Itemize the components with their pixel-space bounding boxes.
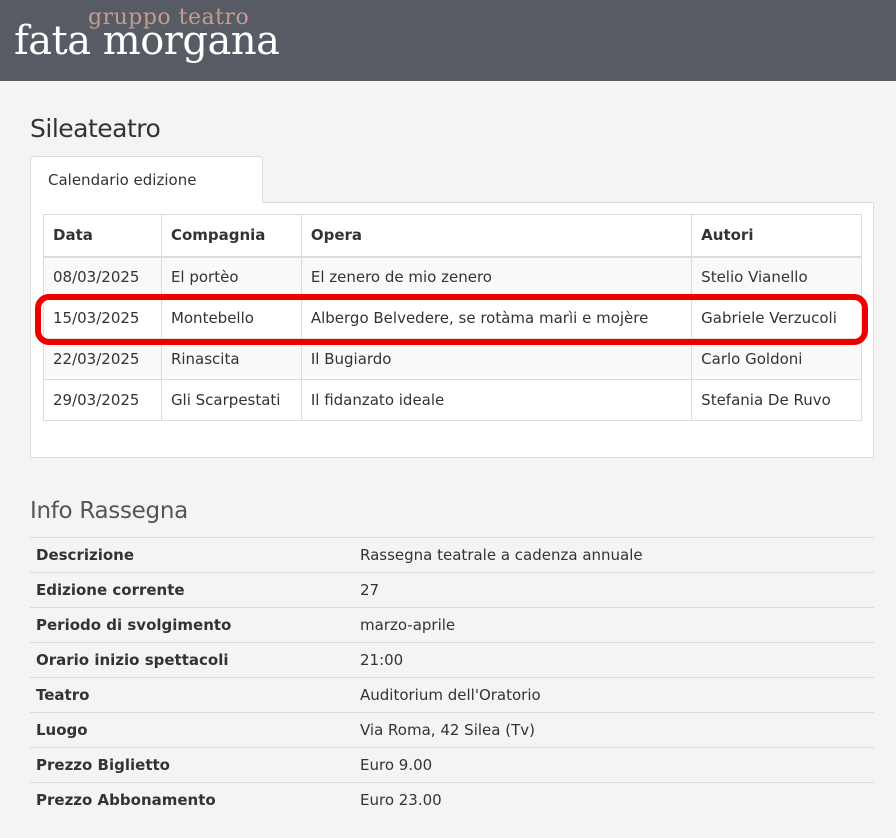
cell-data: 22/03/2025 [43,338,162,380]
cell-autori: Carlo Goldoni [691,338,862,380]
info-value: marzo-aprile [354,607,874,643]
page-title: Sileateatro [30,114,161,143]
info-label: Edizione corrente [30,572,354,608]
logo-title[interactable]: fata morgana [14,18,280,64]
info-label: Teatro [30,677,354,713]
info-row: Periodo di svolgimento marzo-aprile [30,607,874,643]
cell-opera: Albergo Belvedere, se rotàma marìi e moj… [300,297,693,339]
column-header-opera: Opera [300,214,693,258]
info-value: Euro 9.00 [354,747,874,783]
table-header-row: Data Compagnia Opera Autori [43,214,862,258]
column-header-compagnia: Compagnia [160,214,302,258]
info-label: Prezzo Biglietto [30,747,354,783]
info-table: Descrizione Rassegna teatrale a cadenza … [30,537,874,818]
info-row: Teatro Auditorium dell'Oratorio [30,677,874,713]
cell-autori: Stefania De Ruvo [691,379,862,421]
cell-autori: Gabriele Verzucoli [691,297,862,339]
cell-data: 29/03/2025 [43,379,162,421]
table-row: 08/03/2025 El portèo El zenero de mio ze… [43,256,862,298]
cell-opera: El zenero de mio zenero [300,256,693,298]
cell-autori: Stelio Vianello [691,256,862,298]
info-row: Descrizione Rassegna teatrale a cadenza … [30,537,874,573]
table-row: 29/03/2025 Gli Scarpestati Il fidanzato … [43,379,862,421]
info-value: 27 [354,572,874,608]
cell-opera: Il fidanzato ideale [300,379,693,421]
calendar-table: Data Compagnia Opera Autori 08/03/2025 E… [43,214,862,421]
cell-compagnia: Rinascita [160,338,302,380]
info-label: Luogo [30,712,354,748]
column-header-data: Data [43,214,162,258]
info-label: Prezzo Abbonamento [30,782,354,818]
info-value: Auditorium dell'Oratorio [354,677,874,713]
cell-compagnia: Gli Scarpestati [160,379,302,421]
info-row: Edizione corrente 27 [30,572,874,608]
info-row: Prezzo Biglietto Euro 9.00 [30,747,874,783]
tab-calendario-edizione[interactable]: Calendario edizione [30,156,263,203]
info-row: Prezzo Abbonamento Euro 23.00 [30,782,874,818]
info-label: Orario inizio spettacoli [30,642,354,678]
table-row: 22/03/2025 Rinascita Il Bugiardo Carlo G… [43,338,862,380]
info-value: Via Roma, 42 Silea (Tv) [354,712,874,748]
table-row: 15/03/2025 Montebello Albergo Belvedere,… [43,297,862,339]
info-row: Orario inizio spettacoli 21:00 [30,642,874,678]
site-header: gruppo teatro fata morgana [0,0,896,81]
cell-compagnia: Montebello [160,297,302,339]
column-header-autori: Autori [691,214,862,258]
cell-data: 08/03/2025 [43,256,162,298]
info-value: 21:00 [354,642,874,678]
cell-opera: Il Bugiardo [300,338,693,380]
info-row: Luogo Via Roma, 42 Silea (Tv) [30,712,874,748]
info-label: Periodo di svolgimento [30,607,354,643]
info-section-title: Info Rassegna [30,498,188,524]
info-value: Euro 23.00 [354,782,874,818]
cell-data: 15/03/2025 [43,297,162,339]
info-value: Rassegna teatrale a cadenza annuale [354,537,874,573]
cell-compagnia: El portèo [160,256,302,298]
info-label: Descrizione [30,537,354,573]
